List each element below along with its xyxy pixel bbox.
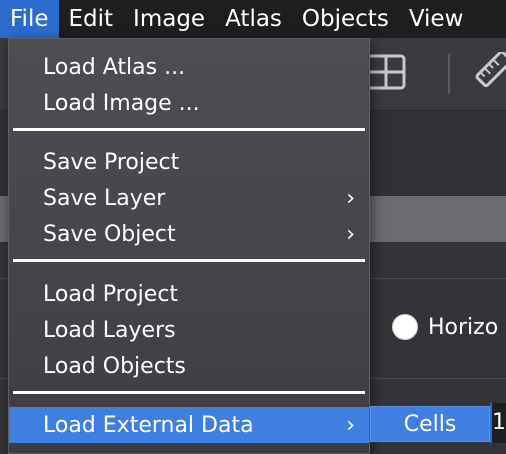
- menu-separator: [13, 259, 365, 262]
- menu-image[interactable]: Image: [123, 0, 215, 38]
- menu-item-load-layers[interactable]: Load Layers: [9, 312, 369, 348]
- menu-item-label: Load Atlas ...: [43, 54, 186, 80]
- menu-item-save-object[interactable]: Save Object ›: [9, 216, 369, 252]
- menu-item-label: Save Project: [43, 149, 180, 175]
- app-window: File Edit Image Atlas Objects View Horiz…: [0, 0, 506, 454]
- menu-item-label: Load External Data: [43, 412, 254, 438]
- chevron-right-icon: ›: [346, 412, 355, 438]
- chevron-right-icon: ›: [346, 185, 355, 211]
- menu-item-label: Save Object: [43, 221, 176, 247]
- menu-objects[interactable]: Objects: [292, 0, 399, 38]
- submenu-item-label: Cells: [403, 411, 457, 437]
- menu-edit[interactable]: Edit: [59, 0, 124, 38]
- menu-item-label: Load Layers: [43, 317, 176, 343]
- toolbar-separator: [448, 54, 450, 94]
- menu-file[interactable]: File: [0, 0, 59, 38]
- menu-item-load-atlas[interactable]: Load Atlas ...: [9, 49, 369, 85]
- ruler-icon[interactable]: [474, 52, 506, 94]
- file-menu-dropdown: Load Atlas ... Load Image ... Save Proje…: [8, 38, 370, 454]
- menu-separator: [13, 128, 365, 131]
- menu-item-label: Save Layer: [43, 185, 166, 211]
- menu-item-label: Load Objects: [43, 353, 186, 379]
- menu-bar: File Edit Image Atlas Objects View: [0, 0, 506, 38]
- menu-item-save-project[interactable]: Save Project: [9, 144, 369, 180]
- menu-view[interactable]: View: [399, 0, 474, 38]
- menu-separator: [13, 391, 365, 394]
- menu-item-load-external-data[interactable]: Load External Data ›: [9, 407, 369, 443]
- menu-item-label: Load Image ...: [43, 90, 200, 116]
- grid-icon[interactable]: [364, 52, 408, 92]
- menu-item-save-layer[interactable]: Save Layer ›: [9, 180, 369, 216]
- radio-label: Horizo: [428, 314, 499, 340]
- menu-item-label: Load Project: [43, 281, 179, 307]
- radio-button[interactable]: [392, 314, 418, 340]
- submenu-item-cells[interactable]: Cells: [370, 406, 490, 442]
- value-input[interactable]: 1: [490, 403, 506, 443]
- menu-atlas[interactable]: Atlas: [215, 0, 292, 38]
- menu-item-load-image[interactable]: Load Image ...: [9, 85, 369, 121]
- menu-item-load-project[interactable]: Load Project: [9, 276, 369, 312]
- menu-item-load-objects[interactable]: Load Objects: [9, 348, 369, 384]
- orientation-radio[interactable]: Horizo: [392, 314, 498, 340]
- chevron-right-icon: ›: [346, 221, 355, 247]
